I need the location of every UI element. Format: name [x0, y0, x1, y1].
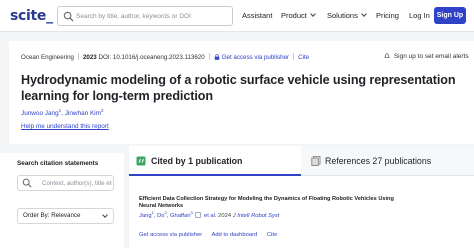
login-link[interactable]: Log In: [409, 11, 430, 20]
search-icon: [22, 178, 32, 188]
get-access-link[interactable]: Get access via publisher: [139, 232, 202, 238]
publication-year: 2023: [82, 54, 97, 61]
doi-link[interactable]: DOI: 10.1016/j.oceaneng.2023.113620: [98, 54, 204, 61]
help-understand-link[interactable]: Help me understand this report: [21, 123, 109, 130]
search-icon: [63, 11, 74, 22]
paper-meta: Ocean Engineering 2023 DOI: 10.1016/j.oce…: [21, 53, 309, 61]
document-stack-icon: [311, 156, 321, 166]
citation-search-input[interactable]: [42, 177, 112, 189]
author-link[interactable]: Ghaffari: [170, 213, 191, 219]
nav-solutions-label: Solutions: [327, 11, 358, 20]
citing-year: 2024: [218, 212, 232, 219]
et-al: et al.: [203, 212, 217, 219]
nav-product-label: Product: [281, 11, 307, 20]
author-index: 2: [100, 108, 104, 113]
author-link[interactable]: Jang: [139, 213, 152, 219]
tab-cited-by[interactable]: Cited by 1 publication: [129, 146, 301, 176]
order-by-select[interactable]: Order By: Relevance: [17, 208, 114, 224]
paper-header-card: Ocean Engineering 2023 DOI: 10.1016/j.oce…: [9, 41, 474, 144]
paper-title: Hydrodynamic modeling of a robotic surfa…: [21, 73, 456, 103]
tab-references-label: References 27 publications: [325, 156, 432, 166]
bell-icon: [384, 53, 390, 58]
author-list: Junwoo Jang1, Jinwhan Kim2: [21, 108, 104, 118]
cite-link[interactable]: Cite: [298, 54, 309, 61]
search-input[interactable]: [76, 8, 226, 24]
top-navigation-bar: scite_ Assistant Product Solutions Prici…: [0, 0, 474, 32]
author-index: 1: [58, 108, 62, 113]
email-alerts-link[interactable]: Sign up to set email alerts: [394, 53, 469, 60]
global-search[interactable]: [57, 6, 233, 26]
nav-product-menu[interactable]: Product: [281, 11, 316, 20]
author-index: 3: [190, 210, 193, 215]
get-access-link[interactable]: Get access via publisher: [222, 54, 289, 61]
add-to-dashboard-link[interactable]: Add to dashboard: [211, 232, 257, 238]
chevron-down-icon: [310, 11, 316, 17]
citations-panel: Cited by 1 publication References 27 pub…: [129, 146, 474, 248]
citing-paper-authors: Jang1, Do2, Ghaffari3 et al. 2024 J Inte…: [139, 210, 280, 219]
citing-paper-actions: Get access via publisher Add to dashboar…: [139, 232, 285, 238]
cite-link[interactable]: Cite: [267, 232, 277, 238]
author-link[interactable]: Jinwhan Kim: [65, 110, 101, 117]
signup-button[interactable]: Sign Up: [434, 7, 466, 24]
citation-search[interactable]: [17, 175, 114, 191]
tab-cited-label: Cited by 1 publication: [151, 156, 243, 166]
journal-name[interactable]: Ocean Engineering: [21, 54, 74, 61]
filter-heading: Search citation statements: [17, 160, 99, 167]
chevron-down-icon: [361, 11, 367, 17]
social-share-bar: Sign up to set email alerts: [384, 53, 472, 60]
citing-journal[interactable]: J Intell Robot Syst: [233, 213, 280, 219]
chevron-down-icon: [102, 212, 108, 218]
nav-pricing-link[interactable]: Pricing: [376, 11, 399, 20]
order-by-value: Order By: Relevance: [23, 212, 81, 219]
citation-icon: [136, 156, 146, 166]
nav-assistant-link[interactable]: Assistant: [242, 11, 272, 20]
divider: [208, 53, 210, 60]
scite-logo[interactable]: scite_: [10, 8, 53, 24]
lock-icon: [214, 54, 219, 60]
citing-paper-title[interactable]: Efficient Data Collection Strategy for M…: [139, 196, 409, 210]
author-link[interactable]: Junwoo Jang: [21, 110, 59, 117]
nav-solutions-menu[interactable]: Solutions: [327, 11, 367, 20]
citation-filter-panel: Search citation statements Order By: Rel…: [0, 153, 124, 248]
divider: [293, 53, 295, 60]
orcid-badge-icon: [195, 211, 202, 218]
tab-references[interactable]: References 27 publications: [301, 146, 474, 176]
divider: [77, 53, 79, 60]
